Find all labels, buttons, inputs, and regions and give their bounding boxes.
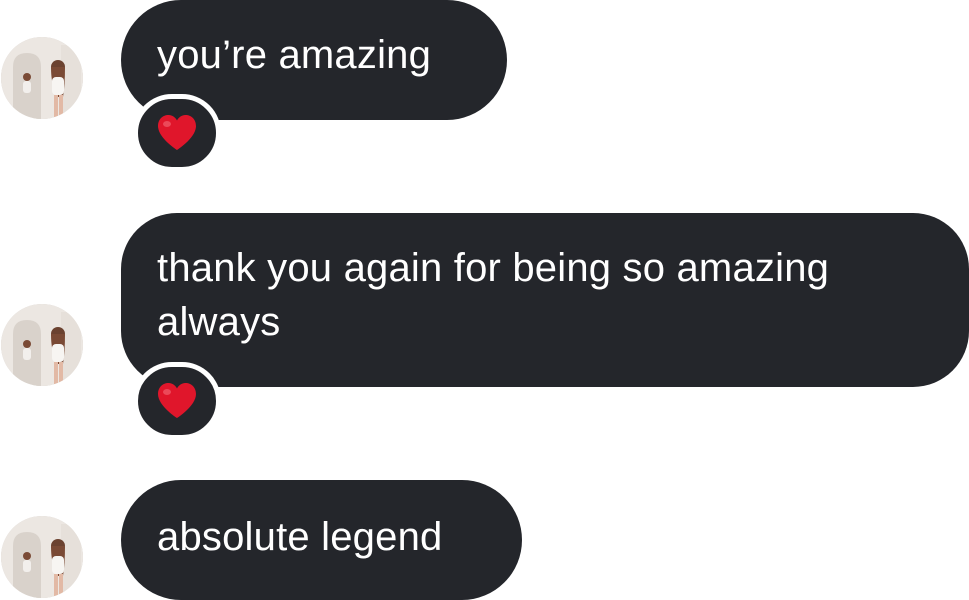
heart-emoji-icon — [156, 382, 198, 420]
avatar[interactable] — [1, 37, 83, 119]
message-bubble[interactable]: thank you again for being so amazing alw… — [121, 213, 969, 387]
avatar-photo-icon — [1, 516, 83, 598]
message-bubble[interactable]: absolute legend — [121, 480, 522, 600]
heart-emoji-icon — [156, 114, 198, 152]
reaction-badge[interactable] — [133, 362, 221, 440]
avatar[interactable] — [1, 516, 83, 598]
avatar-photo-icon — [1, 37, 83, 119]
message-text: thank you again for being so amazing alw… — [157, 246, 841, 344]
reaction-badge[interactable] — [133, 94, 221, 172]
avatar[interactable] — [1, 304, 83, 386]
message-text: you’re amazing — [157, 33, 432, 77]
avatar-photo-icon — [1, 304, 83, 386]
message-text: absolute legend — [157, 515, 443, 559]
